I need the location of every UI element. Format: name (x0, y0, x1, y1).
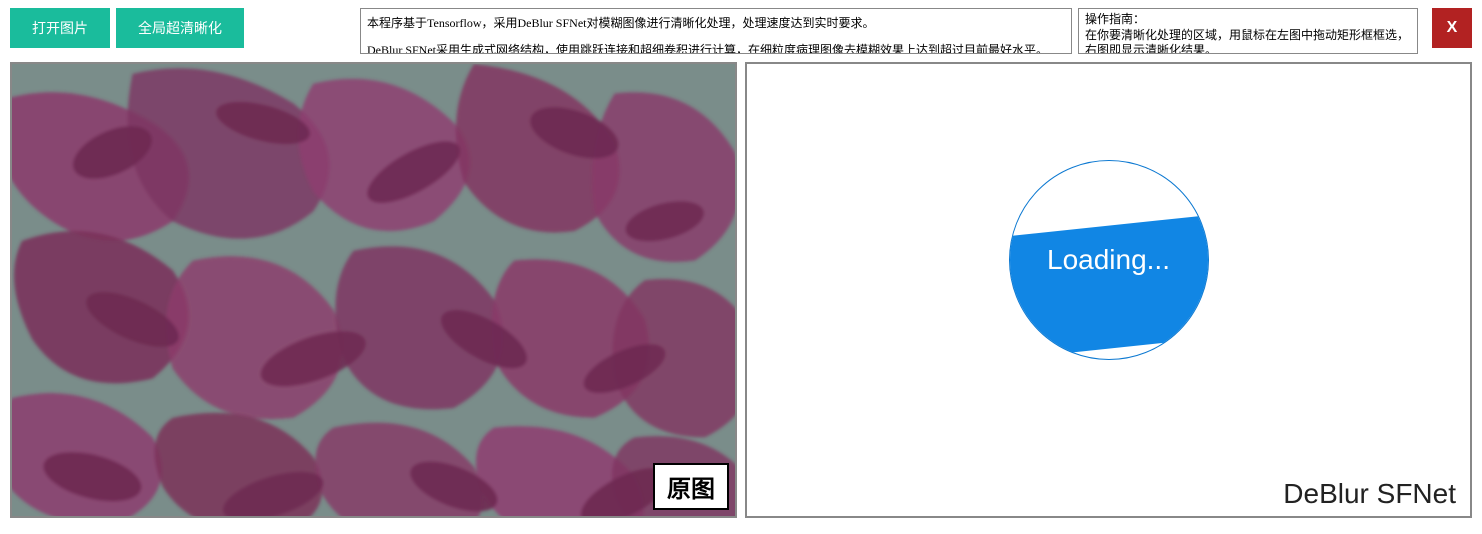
close-button[interactable]: X (1432, 8, 1472, 48)
content-area: 原图 Loading... DeBlur SFNet (0, 58, 1482, 528)
source-image-panel[interactable]: 原图 (10, 62, 737, 518)
toolbar: 打开图片 全局超清晰化 本程序基于Tensorflow，采用DeBlur SFN… (0, 0, 1482, 58)
global-sharpen-button[interactable]: 全局超清晰化 (116, 8, 244, 48)
description-line2: DeBlur SFNet采用生成式网络结构，使用跳跃连接和超细卷积进行计算，在细… (367, 39, 1065, 54)
loading-indicator: Loading... (1009, 160, 1209, 360)
loading-fill (1010, 215, 1208, 359)
microscope-image (12, 64, 735, 516)
result-panel: Loading... DeBlur SFNet (745, 62, 1472, 518)
source-label: 原图 (653, 463, 729, 510)
description-panel: 本程序基于Tensorflow，采用DeBlur SFNet对模糊图像进行清晰化… (360, 8, 1072, 54)
guide-panel: 操作指南： 在你要清晰化处理的区域，用鼠标在左图中拖动矩形框框选， 右图即显示清… (1078, 8, 1418, 54)
guide-line2: 右图即显示清晰化结果。 (1085, 43, 1217, 54)
guide-title: 操作指南： (1085, 12, 1145, 26)
loading-text: Loading... (1047, 244, 1170, 276)
description-line1: 本程序基于Tensorflow，采用DeBlur SFNet对模糊图像进行清晰化… (367, 16, 874, 30)
brand-label: DeBlur SFNet (1283, 478, 1456, 510)
open-image-button[interactable]: 打开图片 (10, 8, 110, 48)
guide-line1: 在你要清晰化处理的区域，用鼠标在左图中拖动矩形框框选， (1085, 28, 1409, 42)
